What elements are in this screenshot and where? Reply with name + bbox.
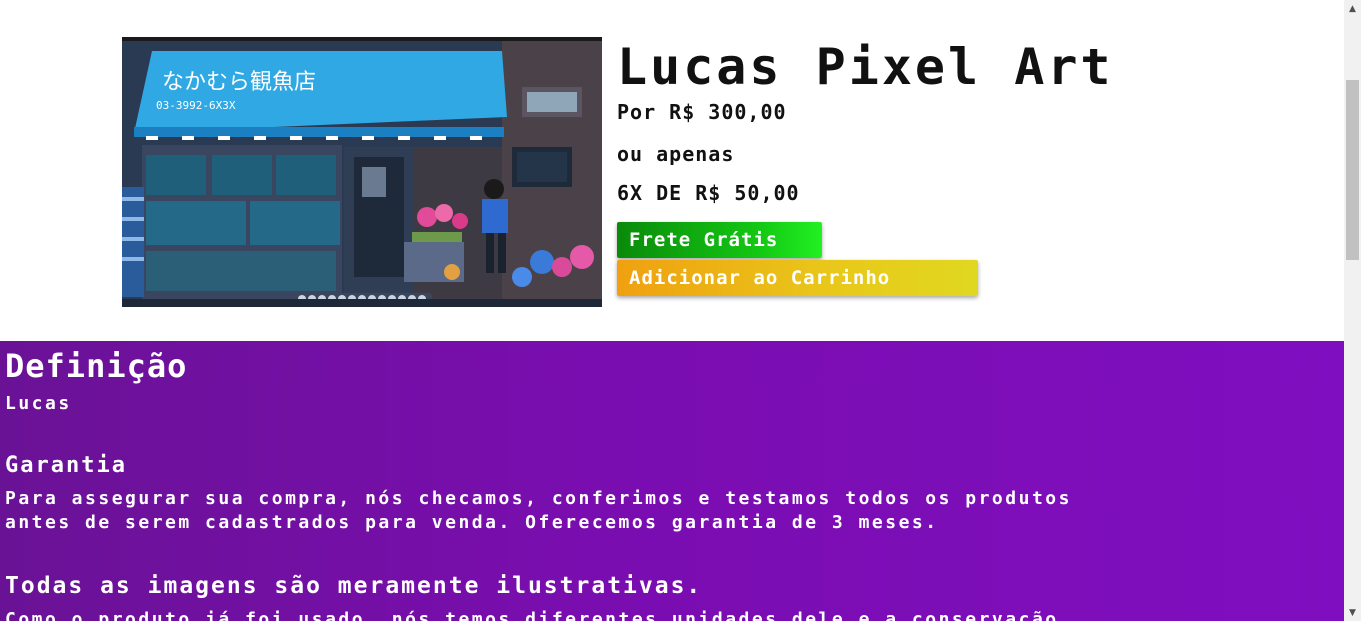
product-image: なかむら観魚店 03-3992-6X3X [122, 37, 602, 307]
definition-text: Lucas [5, 393, 72, 414]
image-sign-phone: 03-3992-6X3X [156, 99, 236, 112]
scroll-down-icon[interactable]: ▼ [1344, 604, 1361, 621]
free-shipping-button[interactable]: Frete Grátis [617, 222, 822, 258]
product-page: なかむら観魚店 03-3992-6X3X Lucas Pixel Art Por… [0, 0, 1344, 621]
scroll-up-icon[interactable]: ▲ [1344, 0, 1361, 17]
image-sign-text: なかむら観魚店 [162, 70, 316, 95]
product-details: Definição Lucas Garantia Para assegurar … [0, 341, 1344, 621]
price-text: Por R$ 300,00 [617, 100, 787, 124]
add-to-cart-button[interactable]: Adicionar ao Carrinho [617, 260, 978, 296]
scroll-thumb[interactable] [1346, 80, 1359, 260]
warranty-heading: Garantia [5, 453, 127, 478]
warranty-text-line-2: antes de serem cadastrados para venda. O… [5, 512, 939, 533]
definition-heading: Definição [5, 347, 188, 385]
product-section: なかむら観魚店 03-3992-6X3X Lucas Pixel Art Por… [0, 0, 1344, 341]
product-title: Lucas Pixel Art [617, 38, 1114, 96]
images-heading: Todas as imagens são meramente ilustrati… [5, 573, 703, 599]
images-text: Como o produto já foi usado, nós temos d… [5, 609, 1059, 621]
or-text: ou apenas [617, 142, 735, 166]
warranty-text-line-1: Para assegurar sua compra, nós checamos,… [5, 488, 1072, 509]
installments-text: 6X DE R$ 50,00 [617, 181, 800, 205]
vertical-scrollbar[interactable]: ▲ ▼ [1344, 0, 1361, 621]
